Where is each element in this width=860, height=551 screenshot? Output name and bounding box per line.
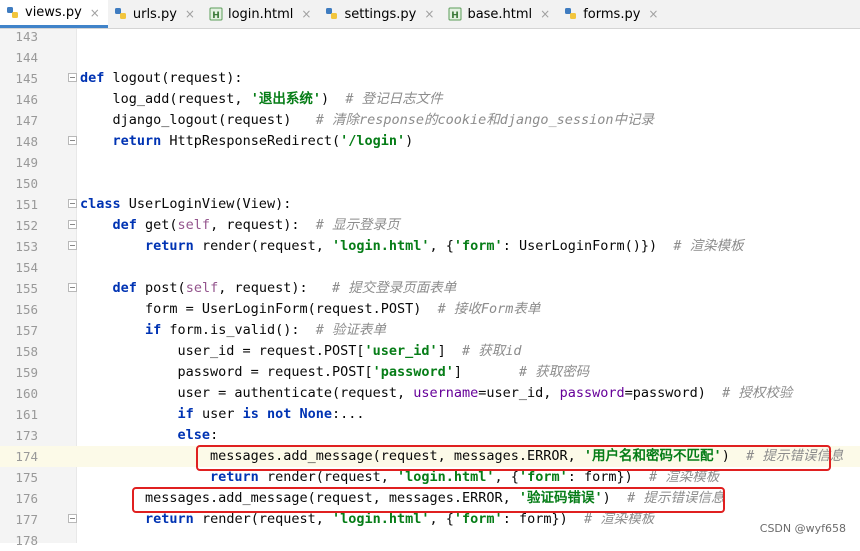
line-number: 145 xyxy=(15,71,38,86)
fold-marker-icon[interactable] xyxy=(68,220,77,229)
code-line-156[interactable]: 156 form = UserLoginForm(request.POST) #… xyxy=(0,299,860,320)
line-number: 174 xyxy=(15,449,38,464)
line-number: 153 xyxy=(15,239,38,254)
line-number: 173 xyxy=(15,428,38,443)
code-line-153[interactable]: 153 return render(request, 'login.html',… xyxy=(0,236,860,257)
line-number: 148 xyxy=(15,134,38,149)
code-line-144[interactable]: 144 xyxy=(0,47,860,68)
fold-marker-icon[interactable] xyxy=(68,136,77,145)
code-text: if form.is_valid(): # 验证表单 xyxy=(145,322,386,338)
line-number: 143 xyxy=(15,29,38,44)
code-line-159[interactable]: 159 password = request.POST['password'] … xyxy=(0,362,860,383)
svg-text:H: H xyxy=(212,11,220,21)
tab-label: settings.py xyxy=(344,6,417,22)
fold-marker-icon[interactable] xyxy=(68,514,77,523)
code-line-143[interactable]: 143 xyxy=(0,26,860,47)
code-line-146[interactable]: 146 log_add(request, '退出系统') # 登记日志文件 xyxy=(0,89,860,110)
code-line-158[interactable]: 158 user_id = request.POST['user_id'] # … xyxy=(0,341,860,362)
code-line-157[interactable]: 157 if form.is_valid(): # 验证表单 xyxy=(0,320,860,341)
line-number: 155 xyxy=(15,281,38,296)
highlight-box-line-176 xyxy=(132,487,725,513)
code-text: user_id = request.POST['user_id'] # 获取id xyxy=(80,343,522,359)
code-line-161[interactable]: 161 if user is not None:... xyxy=(0,404,860,425)
svg-text:H: H xyxy=(452,11,460,21)
code-text: else: xyxy=(177,427,219,443)
line-number: 149 xyxy=(15,155,38,170)
code-line-173[interactable]: 173 else: xyxy=(0,425,860,446)
code-text: def get(self, request): # 显示登录页 xyxy=(112,217,400,233)
close-icon[interactable]: × xyxy=(540,7,550,21)
line-number: 144 xyxy=(15,50,38,65)
close-icon[interactable]: × xyxy=(185,7,195,21)
python-file-icon xyxy=(114,7,128,21)
code-line-178[interactable]: 178 xyxy=(0,530,860,551)
code-text: form = UserLoginForm(request.POST) # 接收F… xyxy=(80,301,541,317)
line-number: 151 xyxy=(15,197,38,212)
tab-label: urls.py xyxy=(132,6,177,22)
tab-forms-py[interactable]: forms.py × xyxy=(558,0,666,28)
code-text: def post(self, request): # 提交登录页面表单 xyxy=(112,280,457,296)
code-line-152[interactable]: 152 def get(self, request): # 显示登录页 xyxy=(0,215,860,236)
line-number: 178 xyxy=(15,533,38,548)
line-number: 161 xyxy=(15,407,38,422)
code-line-155[interactable]: 155 def post(self, request): # 提交登录页面表单 xyxy=(0,278,860,299)
highlight-box-line-174 xyxy=(196,445,831,471)
fold-marker-icon[interactable] xyxy=(68,199,77,208)
html-file-icon: H xyxy=(448,7,462,21)
code-line-154[interactable]: 154 xyxy=(0,257,860,278)
close-icon[interactable]: × xyxy=(90,6,100,20)
tab-login-html[interactable]: H login.html × xyxy=(203,0,319,28)
line-number: 160 xyxy=(15,386,38,401)
code-line-151[interactable]: 151 class UserLoginView(View): xyxy=(0,194,860,215)
code-line-160[interactable]: 160 user = authenticate(request, usernam… xyxy=(0,383,860,404)
line-number: 177 xyxy=(15,512,38,527)
tab-label: base.html xyxy=(467,6,533,22)
code-line-145[interactable]: 145 def logout(request): xyxy=(0,68,860,89)
code-text: django_logout(request) # 清除response的cook… xyxy=(80,112,655,128)
code-line-147[interactable]: 147 django_logout(request) # 清除response的… xyxy=(0,110,860,131)
tab-views-py[interactable]: views.py × xyxy=(0,0,108,28)
code-line-148[interactable]: 148 return HttpResponseRedirect('/login'… xyxy=(0,131,860,152)
python-file-icon xyxy=(6,6,20,20)
tab-label: views.py xyxy=(25,5,82,20)
code-text: return render(request, 'login.html', {'f… xyxy=(145,238,744,254)
tab-settings-py[interactable]: settings.py × xyxy=(319,0,442,28)
tab-label: forms.py xyxy=(583,6,641,22)
code-line-150[interactable]: 150 xyxy=(0,173,860,194)
line-number: 152 xyxy=(15,218,38,233)
fold-marker-icon[interactable] xyxy=(68,283,77,292)
python-file-icon xyxy=(564,7,578,21)
line-number: 158 xyxy=(15,344,38,359)
code-text: return HttpResponseRedirect('/login') xyxy=(112,133,414,149)
close-icon[interactable]: × xyxy=(648,7,658,21)
line-number: 147 xyxy=(15,113,38,128)
watermark: CSDN @wyf658 xyxy=(759,522,846,535)
code-text: class UserLoginView(View): xyxy=(80,196,292,212)
python-file-icon xyxy=(325,7,339,21)
editor-tab-bar: views.py × urls.py × H login.html × sett… xyxy=(0,0,860,29)
line-number: 175 xyxy=(15,470,38,485)
line-number: 176 xyxy=(15,491,38,506)
code-editor[interactable]: 143 144 145 def logout(request): 146 log_add… xyxy=(0,26,860,548)
code-line-149[interactable]: 149 xyxy=(0,152,860,173)
line-number: 146 xyxy=(15,92,38,107)
code-text: user = authenticate(request, username=us… xyxy=(80,385,793,401)
line-number: 154 xyxy=(15,260,38,275)
line-number: 157 xyxy=(15,323,38,338)
tab-label: login.html xyxy=(227,6,294,22)
code-text: def logout(request): xyxy=(80,70,243,86)
line-number: 159 xyxy=(15,365,38,380)
tab-urls-py[interactable]: urls.py × xyxy=(108,0,203,28)
code-text: log_add(request, '退出系统') # 登记日志文件 xyxy=(80,91,443,107)
close-icon[interactable]: × xyxy=(301,7,311,21)
code-text: if user is not None:... xyxy=(177,406,365,422)
code-text: password = request.POST['password'] # 获取… xyxy=(80,364,590,380)
line-number: 156 xyxy=(15,302,38,317)
tab-base-html[interactable]: H base.html × xyxy=(442,0,558,28)
close-icon[interactable]: × xyxy=(424,7,434,21)
line-number: 150 xyxy=(15,176,38,191)
html-file-icon: H xyxy=(209,7,223,21)
fold-marker-icon[interactable] xyxy=(68,73,77,82)
fold-marker-icon[interactable] xyxy=(68,241,77,250)
